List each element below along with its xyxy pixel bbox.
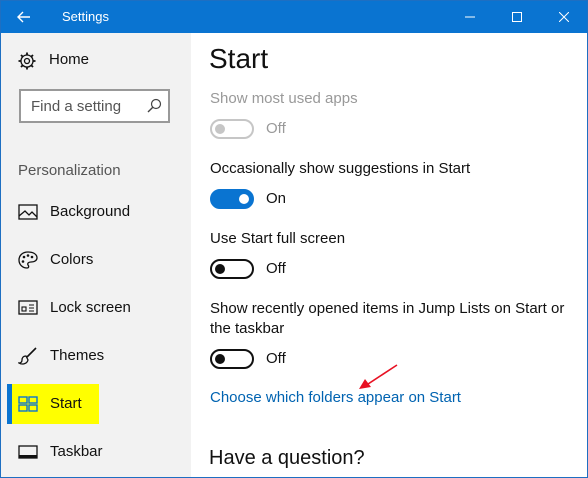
- sidebar-item-label: Lock screen: [50, 299, 131, 316]
- lock-screen-icon: [18, 300, 38, 315]
- maximize-icon: [512, 12, 522, 22]
- search-icon[interactable]: [146, 98, 162, 114]
- minimize-button[interactable]: [447, 1, 493, 33]
- search-box: [19, 89, 170, 123]
- sidebar-item-label: Themes: [50, 347, 105, 364]
- sidebar-item-themes[interactable]: Themes: [1, 336, 191, 376]
- toggle-knob: [239, 194, 249, 204]
- toggle-suggestions[interactable]: [210, 189, 254, 209]
- back-arrow-icon: [17, 11, 30, 23]
- sidebar-item-colors[interactable]: Colors: [1, 240, 191, 280]
- section-label: Personalization: [18, 162, 121, 179]
- close-icon: [559, 12, 569, 22]
- picture-icon: [18, 204, 38, 220]
- setting-label-suggestions: Occasionally show suggestions in Start: [210, 160, 471, 177]
- main-content: Start Show most used apps Off Occasional…: [191, 33, 587, 477]
- setting-label-most-used: Show most used apps: [210, 90, 358, 107]
- sidebar-item-home[interactable]: Home: [1, 45, 191, 75]
- toggle-knob: [215, 124, 225, 134]
- toggle-state-full-screen: Off: [266, 260, 286, 277]
- toggle-most-used-apps[interactable]: [210, 119, 254, 139]
- back-button[interactable]: [1, 1, 47, 33]
- search-input[interactable]: [21, 91, 141, 121]
- settings-window: Settings Home Personalization: [0, 0, 588, 478]
- sidebar-item-label: Taskbar: [50, 443, 103, 460]
- title-bar: Settings: [1, 1, 587, 33]
- setting-label-jump-lists: Show recently opened items in Jump Lists…: [210, 300, 565, 337]
- sidebar-item-label: Colors: [50, 251, 94, 268]
- annotation-arrow-icon: [359, 364, 398, 389]
- brush-icon: [18, 347, 37, 365]
- sidebar-item-label: Start: [50, 395, 82, 412]
- selection-indicator: [7, 384, 12, 424]
- sidebar-item-start[interactable]: Start: [7, 384, 99, 424]
- choose-folders-link[interactable]: Choose which folders appear on Start: [210, 389, 461, 406]
- sidebar-item-label: Background: [50, 203, 131, 220]
- maximize-button[interactable]: [494, 1, 540, 33]
- toggle-state-most-used: Off: [266, 120, 286, 137]
- toggle-state-suggestions: On: [266, 190, 287, 207]
- setting-label-full-screen: Use Start full screen: [210, 230, 346, 247]
- sidebar-item-taskbar[interactable]: Taskbar: [1, 432, 191, 472]
- page-title: Start: [209, 43, 269, 74]
- close-button[interactable]: [541, 1, 587, 33]
- palette-icon: [18, 251, 38, 269]
- toggle-jump-lists[interactable]: [210, 349, 254, 369]
- minimize-icon: [465, 16, 475, 18]
- toggle-full-screen[interactable]: [210, 259, 254, 279]
- toggle-knob: [215, 354, 225, 364]
- window-title: Settings: [62, 9, 109, 24]
- sidebar: Home Personalization Background Colors: [1, 33, 191, 477]
- start-tiles-icon: [18, 396, 38, 412]
- sidebar-item-lock-screen[interactable]: Lock screen: [1, 288, 191, 328]
- question-heading: Have a question?: [209, 447, 365, 469]
- home-label: Home: [49, 51, 90, 68]
- toggle-state-jump-lists: Off: [266, 350, 286, 367]
- sidebar-item-background[interactable]: Background: [1, 192, 191, 232]
- gear-icon: [18, 52, 36, 70]
- taskbar-icon: [18, 445, 38, 459]
- toggle-knob: [215, 264, 225, 274]
